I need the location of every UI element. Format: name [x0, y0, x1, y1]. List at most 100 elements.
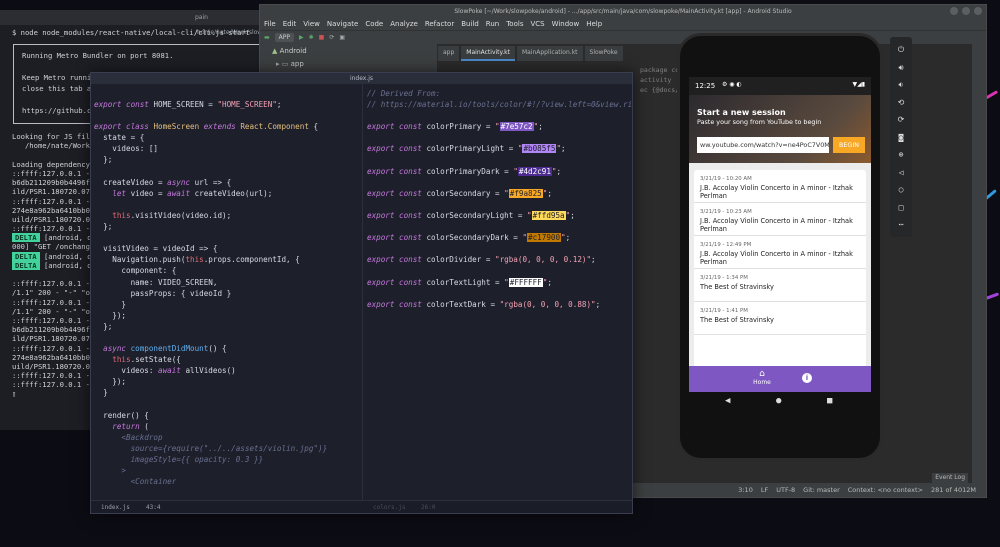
code-token: };: [94, 155, 113, 165]
session-item[interactable]: 3/21/19 - 1:34 PM The Best of Stravinsky: [694, 269, 866, 302]
color-name: colorSecondary =: [426, 188, 505, 198]
studio-tab[interactable]: SlowPoke: [584, 46, 623, 61]
session-item[interactable]: 3/21/19 - 10:20 AM J.B. Accolay Violin Co…: [694, 170, 866, 203]
code-token: async: [167, 177, 195, 187]
menu-item-run[interactable]: Run: [486, 18, 499, 30]
menu-item-window[interactable]: Window: [552, 18, 580, 30]
color-value: rgba(0, 0, 0, 0.88): [504, 299, 592, 309]
back-icon[interactable]: ◁: [890, 164, 912, 182]
menu-item-vcs[interactable]: VCS: [530, 18, 544, 30]
menu-item-code[interactable]: Code: [365, 18, 383, 30]
bottom-nav: ⌂ Home i: [689, 366, 871, 392]
color-def-line: export const colorTextDark = "rgba(0, 0,…: [367, 299, 632, 310]
editor-pane-index[interactable]: export const HOME_SCREEN = "HOME_SCREEN"…: [91, 84, 362, 500]
session-item[interactable]: 3/21/19 - 12:49 PM J.B. Accolay Violin Co…: [694, 236, 866, 269]
code-editor-window[interactable]: index.js export const HOME_SCREEN = "HOM…: [90, 72, 633, 514]
run-icon[interactable]: ▶: [299, 34, 304, 41]
code-token: export const: [367, 122, 427, 132]
menu-item-edit[interactable]: Edit: [283, 18, 297, 30]
camera-icon[interactable]: ◙: [890, 129, 912, 147]
volume-up-icon[interactable]: 🔊︎: [890, 59, 912, 77]
log-text: [android, d: [39, 251, 92, 261]
code-token: createVideo(url);: [194, 188, 273, 198]
home-icon[interactable]: ○: [890, 181, 912, 199]
menu-item-analyze[interactable]: Analyze: [390, 18, 418, 30]
info-icon[interactable]: i: [802, 373, 812, 383]
overview-icon[interactable]: ■: [827, 396, 832, 406]
code-token: export const: [367, 277, 427, 287]
menu-item-refactor[interactable]: Refactor: [425, 18, 454, 30]
editor-pane-colors[interactable]: // Derived From: // https://material.io/t…: [362, 84, 632, 500]
maximize-icon[interactable]: [962, 7, 970, 15]
android-view-select[interactable]: ▲ Android: [260, 44, 437, 58]
close-icon[interactable]: [974, 7, 982, 15]
run-config-select[interactable]: APP: [274, 33, 295, 42]
menu-item-tools[interactable]: Tools: [506, 18, 523, 30]
code-token: >: [94, 466, 127, 476]
home-circle-icon[interactable]: ●: [776, 396, 781, 406]
studio-tab[interactable]: app: [438, 46, 460, 61]
event-log-button[interactable]: Event Log: [932, 473, 968, 483]
delta-badge: DELTA: [12, 260, 40, 270]
code-line: <Container: [94, 476, 362, 487]
code-line: export class HomeScreen extends React.Co…: [94, 121, 362, 132]
begin-button[interactable]: BEGIN: [833, 137, 865, 153]
menu-item-build[interactable]: Build: [461, 18, 479, 30]
code-token: HomeScreen: [153, 122, 204, 132]
semicolon: ;: [556, 166, 562, 176]
code-line: });: [94, 310, 362, 321]
debug-icon[interactable]: ✱: [309, 34, 314, 41]
power-icon[interactable]: ⏻: [890, 41, 912, 59]
session-time: 3/21/19 - 1:41 PM: [700, 308, 748, 314]
semicolon: ;: [595, 299, 601, 309]
stop-icon[interactable]: ■: [319, 34, 325, 41]
back-icon[interactable]: ◀: [725, 396, 730, 406]
code-token: url => {: [194, 177, 232, 187]
phone-screen: Start a new session Paste your song from…: [689, 95, 871, 392]
studio-tab[interactable]: MainApplication.kt: [516, 46, 583, 61]
session-item[interactable]: 3/21/19 - 10:23 AM J.B. Accolay Violin Co…: [694, 203, 866, 236]
folder-icon[interactable]: ▬: [264, 34, 270, 41]
semicolon: ;: [570, 211, 575, 221]
more-icon[interactable]: ⋯: [890, 216, 912, 234]
color-value: #4d2c91: [517, 166, 552, 176]
nav-home[interactable]: ⌂ Home: [751, 369, 773, 386]
code-token: Navigation.push(: [94, 255, 186, 265]
session-time: 3/21/19 - 10:23 AM: [700, 209, 752, 215]
sync-icon[interactable]: ⟳: [329, 34, 334, 41]
code-token: return: [94, 421, 145, 431]
color-def-line: export const colorPrimaryDark = "#4d2c91…: [367, 166, 632, 177]
youtube-url-input[interactable]: ww.youtube.com/watch?v=ne4PoC7V0Mk: [697, 137, 829, 153]
zoom-icon[interactable]: ⊕: [890, 146, 912, 164]
code-token: this: [185, 255, 204, 265]
menu-item-navigate[interactable]: Navigate: [327, 18, 358, 30]
session-header-subtitle: Paste your song from YouTube to begin: [697, 118, 822, 126]
overview-icon[interactable]: □: [890, 199, 912, 217]
session-time: 3/21/19 - 1:34 PM: [700, 275, 748, 281]
volume-down-icon[interactable]: 🔉︎: [890, 76, 912, 94]
avd-icon[interactable]: ▣: [339, 34, 345, 41]
color-name: colorPrimaryDark =: [426, 166, 514, 176]
code-token: export const: [367, 299, 427, 309]
studio-tab[interactable]: MainActivity.kt: [461, 46, 515, 61]
rotate-left-icon[interactable]: ⟲: [890, 94, 912, 112]
terminal-title: pain /home/nate/Work/slow: [0, 10, 262, 36]
code-token: passProps: { videoId }: [94, 288, 232, 298]
color-value: rgba(0, 0, 0, 0.12): [499, 255, 587, 265]
project-tree-item[interactable]: ▸ ▭ app: [260, 58, 437, 70]
menu-item-file[interactable]: File: [264, 18, 276, 30]
semicolon: ;: [591, 255, 596, 265]
menu-item-view[interactable]: View: [303, 18, 320, 30]
code-token: await: [158, 366, 186, 376]
menu-item-help[interactable]: Help: [586, 18, 602, 30]
rotate-right-icon[interactable]: ⟳: [890, 111, 912, 129]
color-def-line: export const colorPrimary = "#7e57c2";: [367, 121, 632, 132]
color-def-line: export const colorSecondaryLight = "#ffd…: [367, 210, 632, 221]
minimize-icon[interactable]: [950, 7, 958, 15]
color-value: #c17900: [527, 233, 562, 243]
session-item[interactable]: 3/21/19 - 1:41 PM The Best of Stravinsky: [694, 302, 866, 335]
